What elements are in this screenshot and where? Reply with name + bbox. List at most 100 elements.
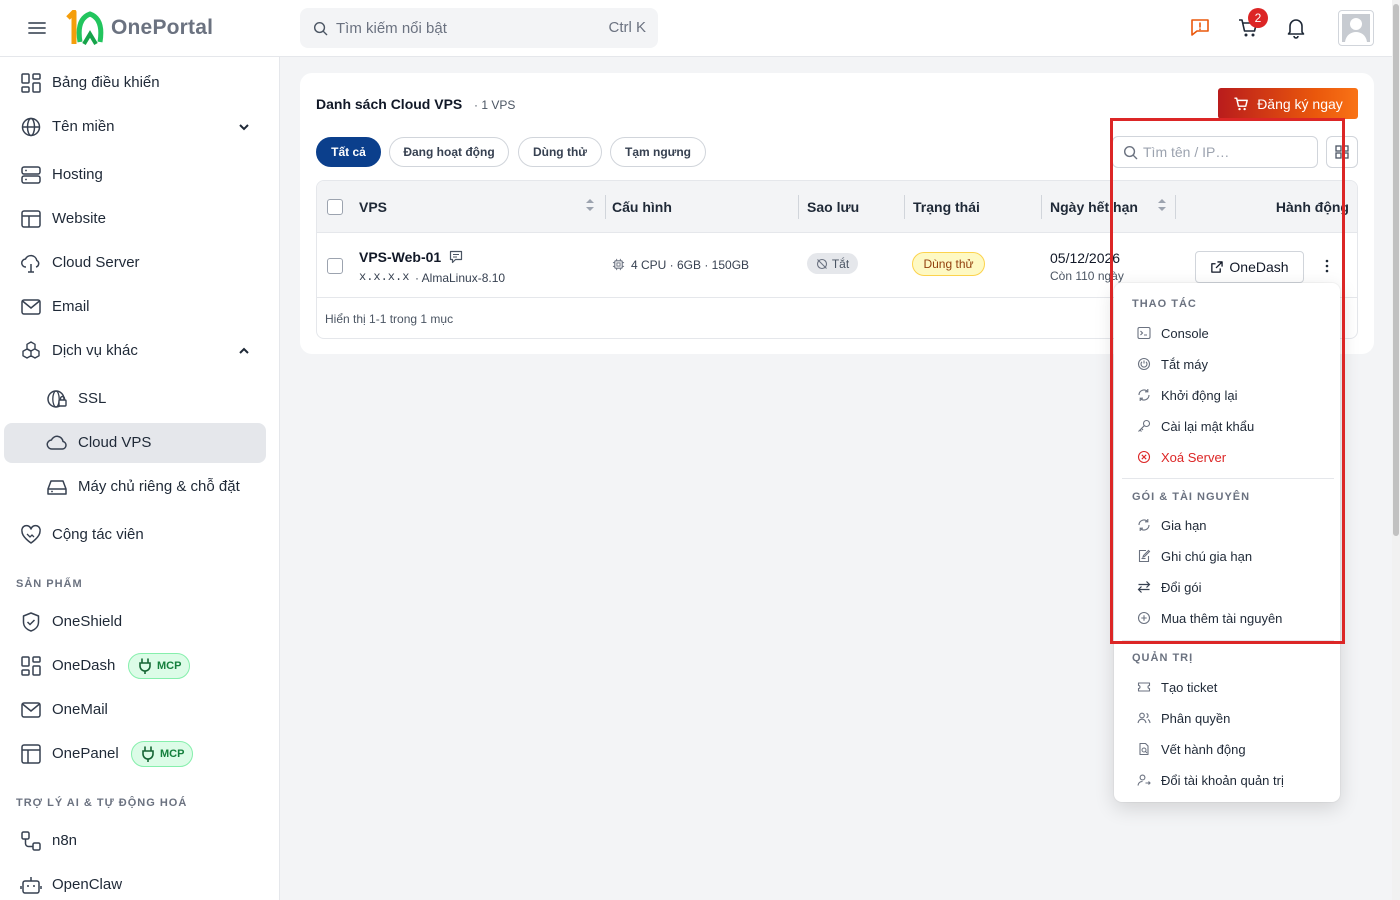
- sidebar-item-label: Email: [52, 298, 90, 315]
- sidebar-item-label: Cloud VPS: [78, 434, 152, 451]
- sidebar-item-cloud-vps[interactable]: Cloud VPS: [4, 423, 266, 463]
- menu-item-console[interactable]: Console: [1122, 319, 1332, 347]
- logo-icon: [66, 10, 106, 46]
- table-header: VPS Cấu hình Sao lưu Trạng thái Ngày hết…: [317, 181, 1357, 233]
- server-icon: [20, 164, 42, 186]
- sidebar-item-label: Cloud Server: [52, 254, 140, 271]
- sidebar-item-label: OpenClaw: [52, 876, 123, 893]
- sidebar-item-oneshield[interactable]: OneShield: [4, 602, 266, 642]
- sidebar-item-dashboard[interactable]: Bảng điều khiển: [4, 63, 266, 103]
- menu-item-change-admin[interactable]: Đổi tài khoản quản trị: [1122, 766, 1332, 794]
- global-search[interactable]: Ctrl K: [300, 8, 658, 48]
- menu-item-label: Tạo ticket: [1161, 680, 1218, 695]
- menu-item-audit-trail[interactable]: Vết hành động: [1122, 735, 1332, 763]
- menu-item-renew[interactable]: Gia hạn: [1122, 511, 1332, 539]
- menu-item-label: Vết hành động: [1161, 742, 1246, 757]
- sidebar-item-onedash[interactable]: OneDash MCP: [4, 646, 266, 686]
- filter-trial[interactable]: Dùng thử: [518, 137, 602, 167]
- menu-item-label: Khởi động lại: [1161, 388, 1238, 403]
- avatar[interactable]: [1338, 10, 1374, 46]
- sidebar-item-domains[interactable]: Tên miền: [4, 107, 266, 147]
- mcp-badge: MCP: [128, 653, 191, 679]
- menu-divider: [1122, 478, 1334, 479]
- sidebar-item-label: SSL: [78, 390, 107, 407]
- sidebar: Bảng điều khiển Tên miền Hosting Website…: [0, 57, 280, 900]
- menu-icon[interactable]: [27, 18, 47, 38]
- bell-icon[interactable]: [1286, 17, 1306, 39]
- backup-badge-label: Tắt: [831, 256, 850, 271]
- expiry-date: 05/12/2026: [1050, 250, 1121, 266]
- sidebar-item-dedicated[interactable]: Máy chủ riêng & chỗ đặt: [4, 467, 266, 507]
- sort-icon[interactable]: [1157, 198, 1167, 212]
- boxes-icon: [20, 340, 42, 362]
- sort-icon[interactable]: [585, 198, 595, 212]
- scrollbar-thumb[interactable]: [1393, 4, 1399, 536]
- plug-icon: [142, 746, 154, 762]
- onedash-button[interactable]: OneDash: [1195, 251, 1304, 283]
- menu-item-label: Cài lại mật khẩu: [1161, 419, 1255, 434]
- column-divider: [798, 195, 799, 219]
- bot-icon: [20, 874, 42, 896]
- workflow-icon: [20, 830, 42, 852]
- vps-search[interactable]: [1112, 136, 1318, 168]
- ticket-icon: [1137, 680, 1151, 694]
- feedback-icon[interactable]: [1189, 16, 1211, 38]
- chevron-up-icon: [238, 345, 250, 357]
- power-icon: [1137, 357, 1151, 371]
- sidebar-item-label: OneDash: [52, 657, 116, 674]
- note-icon[interactable]: [449, 250, 463, 264]
- cart-icon: [1234, 96, 1249, 110]
- menu-item-change-plan[interactable]: Đổi gói: [1122, 573, 1332, 601]
- menu-item-restart[interactable]: Khởi động lại: [1122, 381, 1332, 409]
- row-checkbox[interactable]: [327, 258, 343, 274]
- console-icon: [1137, 326, 1151, 340]
- sidebar-item-affiliate[interactable]: Cộng tác viên: [4, 515, 266, 555]
- sidebar-item-onemail[interactable]: OneMail: [4, 690, 266, 730]
- column-divider: [1041, 195, 1042, 219]
- search-shortcut: Ctrl K: [608, 19, 647, 36]
- sidebar-item-n8n[interactable]: n8n: [4, 821, 266, 861]
- filter-active[interactable]: Đang hoạt động: [389, 137, 509, 167]
- sidebar-item-cloud-server[interactable]: Cloud Server: [4, 243, 266, 283]
- select-all-checkbox[interactable]: [327, 199, 343, 215]
- sidebar-item-label: Máy chủ riêng & chỗ đặt: [78, 478, 240, 495]
- plug-icon: [139, 658, 151, 674]
- menu-item-create-ticket[interactable]: Tạo ticket: [1122, 673, 1332, 701]
- menu-item-renew-note[interactable]: Ghi chú gia hạn: [1122, 542, 1332, 570]
- mcp-badge: MCP: [131, 741, 194, 767]
- website-icon: [20, 208, 42, 230]
- menu-item-delete-server[interactable]: Xoá Server: [1122, 443, 1332, 471]
- menu-item-reset-password[interactable]: Cài lại mật khẩu: [1122, 412, 1332, 440]
- sidebar-item-onepanel[interactable]: OnePanel MCP: [4, 734, 266, 774]
- sidebar-item-other-services[interactable]: Dịch vụ khác: [4, 331, 266, 371]
- sidebar-item-email[interactable]: Email: [4, 287, 266, 327]
- column-vps[interactable]: VPS: [359, 199, 387, 215]
- onedash-button-label: OneDash: [1229, 259, 1289, 275]
- sidebar-item-website[interactable]: Website: [4, 199, 266, 239]
- filter-suspended[interactable]: Tạm ngưng: [610, 137, 706, 167]
- vps-os: · AlmaLinux-8.10: [415, 271, 506, 285]
- days-remaining: Còn 110 ngày: [1050, 269, 1124, 283]
- global-search-input[interactable]: [336, 8, 596, 48]
- cart-count-badge: 2: [1248, 8, 1268, 28]
- menu-item-buy-resources[interactable]: Mua thêm tài nguyên: [1122, 604, 1332, 632]
- menu-item-label: Ghi chú gia hạn: [1161, 549, 1253, 564]
- menu-item-shutdown[interactable]: Tắt máy: [1122, 350, 1332, 378]
- sidebar-item-ssl[interactable]: SSL: [4, 379, 266, 419]
- ssl-icon: [46, 388, 68, 410]
- menu-item-permissions[interactable]: Phân quyền: [1122, 704, 1332, 732]
- sidebar-item-hosting[interactable]: Hosting: [4, 155, 266, 195]
- vps-search-input[interactable]: [1143, 137, 1313, 167]
- sidebar-item-openclaw[interactable]: OpenClaw: [4, 865, 266, 900]
- users-icon: [1137, 711, 1151, 725]
- menu-section-resources: GÓI & TÀI NGUYÊN: [1132, 491, 1251, 503]
- column-actions: Hành động: [1275, 199, 1349, 215]
- sidebar-item-label: Hosting: [52, 166, 103, 183]
- vps-name[interactable]: VPS-Web-01: [359, 249, 441, 265]
- column-expiry[interactable]: Ngày hết hạn: [1050, 199, 1138, 215]
- note-icon: [1137, 549, 1151, 563]
- register-button[interactable]: Đăng ký ngay: [1218, 88, 1358, 119]
- grid-view-button[interactable]: [1326, 136, 1358, 168]
- filter-all[interactable]: Tất cả: [316, 137, 381, 167]
- more-icon[interactable]: [1321, 258, 1333, 274]
